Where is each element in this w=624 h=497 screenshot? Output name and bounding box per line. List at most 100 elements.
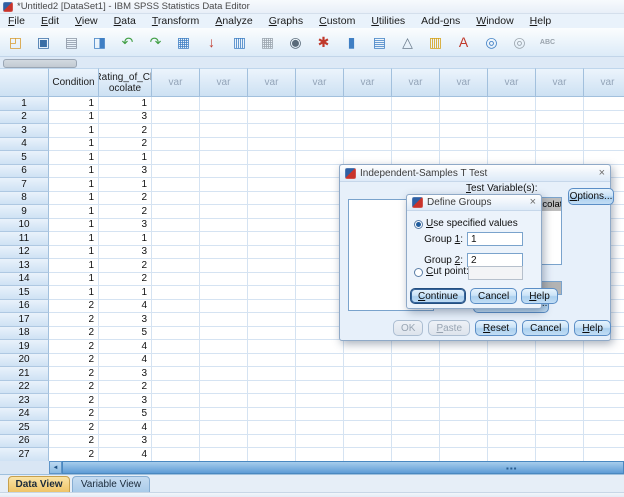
cell-rating[interactable]: 2 — [99, 124, 152, 138]
cell-empty[interactable] — [152, 380, 200, 394]
row-header[interactable]: 19 — [0, 340, 49, 354]
cell-empty[interactable] — [248, 353, 296, 367]
cell-empty[interactable] — [344, 110, 392, 124]
cell-condition[interactable]: 1 — [49, 232, 99, 246]
cell-empty[interactable] — [392, 340, 440, 354]
cell-empty[interactable] — [584, 380, 624, 394]
cell-empty[interactable] — [152, 245, 200, 259]
column-header-var[interactable]: var — [488, 68, 536, 97]
cell-empty[interactable] — [584, 124, 624, 138]
redo-icon[interactable]: ↷ — [145, 31, 166, 53]
cell-rating[interactable]: 1 — [99, 178, 152, 192]
menu-data[interactable]: Data — [106, 15, 144, 28]
cell-empty[interactable] — [584, 151, 624, 165]
cell-empty[interactable] — [392, 353, 440, 367]
cell-empty[interactable] — [536, 151, 584, 165]
cell-empty[interactable] — [152, 232, 200, 246]
cell-condition[interactable]: 1 — [49, 124, 99, 138]
cell-empty[interactable] — [344, 434, 392, 448]
row-header[interactable]: 13 — [0, 259, 49, 273]
cell-empty[interactable] — [536, 137, 584, 151]
cell-empty[interactable] — [440, 151, 488, 165]
cell-empty[interactable] — [344, 340, 392, 354]
cell-empty[interactable] — [536, 340, 584, 354]
cell-empty[interactable] — [296, 313, 344, 327]
cell-empty[interactable] — [200, 326, 248, 340]
menu-utilities[interactable]: Utilities — [363, 15, 413, 28]
split-file-icon[interactable]: ▤ — [369, 31, 390, 53]
cell-condition[interactable]: 1 — [49, 151, 99, 165]
cell-rating[interactable]: 4 — [99, 421, 152, 435]
cell-empty[interactable] — [248, 97, 296, 111]
define-groups-titlebar[interactable]: Define Groups × — [407, 195, 541, 211]
row-header[interactable]: 26 — [0, 434, 49, 448]
cell-empty[interactable] — [488, 97, 536, 111]
row-header[interactable]: 18 — [0, 326, 49, 340]
cell-condition[interactable]: 2 — [49, 394, 99, 408]
cell-condition[interactable]: 2 — [49, 421, 99, 435]
cell-empty[interactable] — [200, 299, 248, 313]
cut-point-radio[interactable] — [414, 268, 423, 277]
cell-empty[interactable] — [152, 326, 200, 340]
use-variable-sets-icon[interactable]: ◎ — [481, 31, 502, 53]
cell-condition[interactable]: 1 — [49, 97, 99, 111]
cell-empty[interactable] — [152, 110, 200, 124]
close-icon[interactable]: × — [599, 167, 605, 179]
cell-empty[interactable] — [440, 367, 488, 381]
cell-empty[interactable] — [392, 448, 440, 461]
cell-condition[interactable]: 1 — [49, 137, 99, 151]
row-header[interactable]: 20 — [0, 353, 49, 367]
cell-empty[interactable] — [200, 151, 248, 165]
cell-empty[interactable] — [152, 448, 200, 461]
column-header-var[interactable]: var — [344, 68, 392, 97]
cell-empty[interactable] — [488, 353, 536, 367]
ttest-dialog-titlebar[interactable]: Independent-Samples T Test × — [340, 165, 610, 182]
cell-empty[interactable] — [296, 407, 344, 421]
cell-empty[interactable] — [248, 340, 296, 354]
cell-empty[interactable] — [344, 448, 392, 461]
cell-empty[interactable] — [536, 353, 584, 367]
cell-empty[interactable] — [392, 380, 440, 394]
cell-empty[interactable] — [536, 380, 584, 394]
cell-empty[interactable] — [440, 380, 488, 394]
cell-empty[interactable] — [152, 407, 200, 421]
scrollbar-left-arrow-icon[interactable]: ◄ — [49, 461, 62, 474]
cell-empty[interactable] — [584, 97, 624, 111]
column-header-rating[interactable]: Rating_of_Chocolate — [99, 68, 152, 97]
group2-input[interactable]: 2 — [467, 253, 523, 267]
cell-empty[interactable] — [200, 245, 248, 259]
cell-empty[interactable] — [584, 448, 624, 461]
cell-empty[interactable] — [200, 407, 248, 421]
cell-empty[interactable] — [296, 110, 344, 124]
row-header[interactable]: 24 — [0, 407, 49, 421]
row-header[interactable]: 8 — [0, 191, 49, 205]
row-header[interactable]: 4 — [0, 137, 49, 151]
cell-empty[interactable] — [248, 421, 296, 435]
cell-empty[interactable] — [440, 353, 488, 367]
column-header-var[interactable]: var — [536, 68, 584, 97]
dg-help-button[interactable]: Help — [521, 288, 558, 304]
cell-empty[interactable] — [488, 434, 536, 448]
cell-rating[interactable]: 1 — [99, 232, 152, 246]
menu-custom[interactable]: Custom — [311, 15, 363, 28]
cell-empty[interactable] — [296, 97, 344, 111]
cell-condition[interactable]: 2 — [49, 353, 99, 367]
cell-empty[interactable] — [200, 434, 248, 448]
cell-condition[interactable]: 1 — [49, 110, 99, 124]
cell-empty[interactable] — [344, 380, 392, 394]
cell-empty[interactable] — [200, 286, 248, 300]
column-header-var[interactable]: var — [392, 68, 440, 97]
menu-addons[interactable]: Add-ons — [413, 15, 468, 28]
cell-empty[interactable] — [296, 124, 344, 138]
cell-empty[interactable] — [296, 286, 344, 300]
cell-empty[interactable] — [344, 97, 392, 111]
menu-view[interactable]: View — [67, 15, 106, 28]
cell-empty[interactable] — [296, 205, 344, 219]
undo-icon[interactable]: ↶ — [117, 31, 138, 53]
cell-empty[interactable] — [488, 124, 536, 138]
cell-empty[interactable] — [200, 421, 248, 435]
goto-variable-icon[interactable]: ↓ — [201, 31, 222, 53]
cell-empty[interactable] — [296, 326, 344, 340]
column-header-var[interactable]: var — [200, 68, 248, 97]
cell-empty[interactable] — [344, 394, 392, 408]
